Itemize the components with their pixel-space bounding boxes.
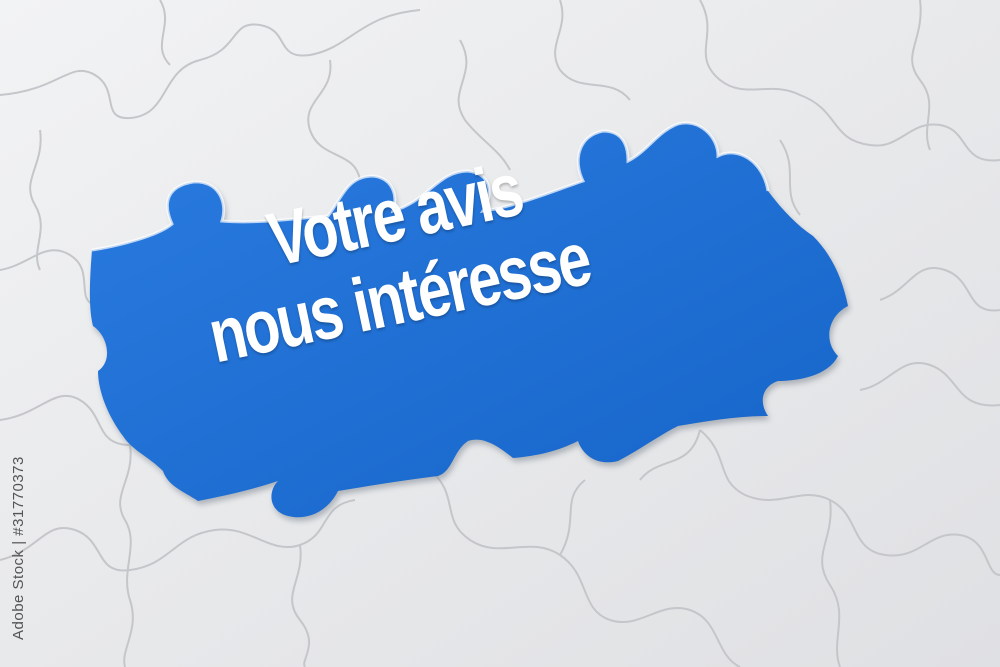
puzzle-image: Votre avis nous intéresse Adobe Stock | …	[0, 0, 1000, 667]
puzzle-background	[0, 0, 1000, 667]
stock-id-label: Adobe Stock | #31770373	[10, 456, 27, 640]
